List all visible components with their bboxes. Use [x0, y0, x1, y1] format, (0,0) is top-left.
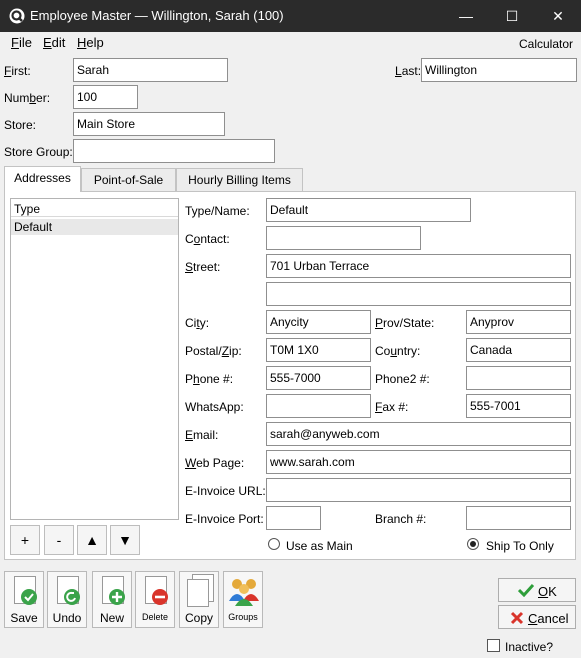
web-page-field[interactable]: www.sarah.com	[266, 450, 571, 474]
country-label: Country:	[375, 344, 421, 358]
app-logo-icon	[9, 8, 25, 24]
list-column-header[interactable]: Type	[11, 199, 178, 217]
add-icon	[109, 589, 125, 605]
store-group-field[interactable]	[73, 139, 275, 163]
first-name-label: First:	[4, 64, 31, 78]
city-label: City:	[185, 316, 210, 330]
save-icon	[21, 589, 37, 605]
undo-button[interactable]: Undo	[47, 571, 87, 628]
menu-bar: File Edit Help Calculator	[0, 32, 581, 54]
postal-zip-field[interactable]: T0M 1X0	[266, 338, 371, 362]
tab-hourly-billing-items[interactable]: Hourly Billing Items	[176, 168, 303, 192]
cancel-button[interactable]: Cancel	[498, 605, 576, 629]
einvoice-port-field[interactable]	[266, 506, 321, 530]
email-label: Email:	[185, 428, 219, 442]
new-button[interactable]: New	[92, 571, 132, 628]
inactive-label[interactable]: Inactive?	[505, 640, 553, 654]
title-bar[interactable]: Employee Master — Willington, Sarah (100…	[0, 0, 581, 32]
ok-button[interactable]: OK	[498, 578, 576, 602]
postal-zip-label: Postal/Zip:	[185, 344, 242, 358]
copy-button[interactable]: Copy	[179, 571, 219, 628]
address-list[interactable]: Type Default	[10, 198, 179, 520]
phone-field[interactable]: 555-7000	[266, 366, 371, 390]
undo-icon	[64, 589, 80, 605]
window-title: Employee Master — Willington, Sarah (100…	[30, 8, 284, 23]
cancel-x-icon	[510, 611, 524, 625]
number-field[interactable]: 100	[73, 85, 138, 109]
einvoice-port-label: E-Invoice Port:	[185, 512, 264, 526]
groups-icon	[229, 579, 259, 606]
close-button[interactable]: ✕	[535, 0, 581, 32]
ship-to-only-label[interactable]: Ship To Only	[486, 539, 554, 553]
save-button[interactable]: Save	[4, 571, 44, 628]
move-up-button[interactable]: ▲	[77, 525, 107, 555]
delete-icon	[152, 589, 168, 605]
email-field[interactable]: sarah@anyweb.com	[266, 422, 571, 446]
list-item[interactable]: Default	[11, 219, 178, 235]
prov-state-label: Prov/State:	[375, 316, 435, 330]
type-name-field[interactable]: Default	[266, 198, 471, 222]
whatsapp-label: WhatsApp:	[185, 400, 244, 414]
branch-label: Branch #:	[375, 512, 427, 526]
phone-label: Phone #:	[185, 372, 234, 386]
ship-to-only-radio[interactable]	[467, 538, 479, 550]
copy-icon	[187, 579, 209, 607]
phone2-label: Phone2 #:	[375, 372, 430, 386]
use-as-main-label[interactable]: Use as Main	[286, 539, 353, 553]
number-label: Number:	[4, 91, 51, 105]
tab-addresses[interactable]: Addresses	[4, 166, 81, 192]
whatsapp-field[interactable]	[266, 394, 371, 418]
contact-field[interactable]	[266, 226, 421, 250]
remove-address-button[interactable]: -	[44, 525, 74, 555]
city-field[interactable]: Anycity	[266, 310, 371, 334]
street-label: Street:	[185, 260, 221, 274]
calculator-link[interactable]: Calculator	[519, 37, 573, 51]
store-group-label: Store Group:	[4, 145, 73, 159]
store-label: Store:	[4, 118, 37, 132]
country-field[interactable]: Canada	[466, 338, 571, 362]
minimize-button[interactable]: —	[443, 0, 489, 32]
move-down-button[interactable]: ▼	[110, 525, 140, 555]
inactive-checkbox[interactable]	[487, 639, 500, 652]
fax-field[interactable]: 555-7001	[466, 394, 571, 418]
maximize-button[interactable]: ☐	[489, 0, 535, 32]
branch-field[interactable]	[466, 506, 571, 530]
prov-state-field[interactable]: Anyprov	[466, 310, 571, 334]
menu-edit[interactable]: Edit	[43, 35, 65, 50]
phone2-field[interactable]	[466, 366, 571, 390]
tab-point-of-sale[interactable]: Point-of-Sale	[81, 168, 176, 192]
checkmark-icon	[518, 583, 534, 597]
groups-button[interactable]: Groups	[223, 571, 263, 628]
street-line1-field[interactable]: 701 Urban Terrace	[266, 254, 571, 278]
web-page-label: Web Page:	[185, 456, 245, 470]
last-name-label: Last:	[395, 64, 422, 78]
type-name-label: Type/Name:	[185, 204, 250, 218]
add-address-button[interactable]: +	[10, 525, 40, 555]
menu-help[interactable]: Help	[77, 35, 104, 50]
einvoice-url-label: E-Invoice URL:	[185, 484, 266, 498]
store-field[interactable]: Main Store	[73, 112, 225, 136]
last-name-field[interactable]: Willington	[421, 58, 577, 82]
fax-label: Fax #:	[375, 400, 409, 414]
contact-label: Contact:	[185, 232, 230, 246]
use-as-main-radio[interactable]	[268, 538, 280, 550]
first-name-field[interactable]: Sarah	[73, 58, 228, 82]
street-line2-field[interactable]	[266, 282, 571, 306]
einvoice-url-field[interactable]	[266, 478, 571, 502]
menu-file[interactable]: File	[11, 35, 32, 50]
delete-button[interactable]: Delete	[135, 571, 175, 628]
